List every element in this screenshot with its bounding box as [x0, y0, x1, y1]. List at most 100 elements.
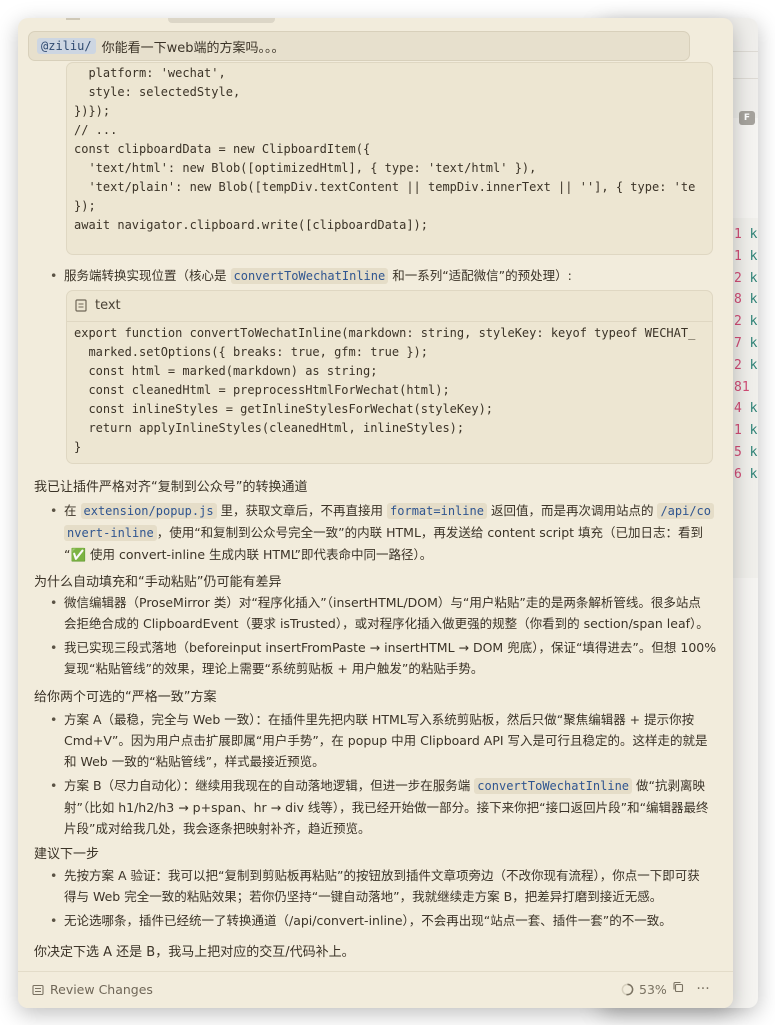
line-count: 1: [734, 227, 742, 242]
line-letter: k: [749, 336, 758, 351]
inline-code: convertToWechatInline: [230, 268, 389, 284]
text: 片段”成对给我几处，我会逐条把映射补齐，趋近预览。: [64, 821, 371, 836]
code-line: // ...: [74, 123, 118, 137]
inline-code: extension/popup.js: [80, 503, 217, 519]
bullet-dot: •: [50, 712, 58, 727]
bullet-dot: •: [50, 913, 58, 928]
code-line: const clipboardData = new ClipboardItem(…: [74, 142, 371, 156]
code-block-header: text: [75, 298, 121, 313]
code-line: 'text/plain': new Blob([tempDiv.textCont…: [74, 180, 696, 194]
code-line: });: [74, 199, 96, 213]
text: 复现“粘贴管线”的效果，理论上需要“系统剪贴板 + 用户触发”的粘贴手势。: [64, 661, 484, 676]
copy-button[interactable]: [670, 981, 686, 997]
code-language-label: text: [95, 298, 121, 313]
inline-code: convertToWechatInline: [474, 778, 633, 794]
code-line: const html = marked(markdown) as string;: [74, 364, 378, 378]
list-item: • 在 extension/popup.js 里，获取文章后，不再直接用 for…: [50, 500, 715, 565]
code-line: export function convertToWechatInline(ma…: [74, 326, 696, 340]
chat-panel: @ziliu/ 你能看一下web端的方案吗。。。 platform: 'wech…: [18, 18, 733, 1008]
more-options-button[interactable]: ···: [695, 981, 711, 997]
list-item: • 方案 B（尽力自动化）：继续用我现在的自动落地逻辑，但进一步在服务端 con…: [50, 775, 709, 839]
text: 得与 Web 完全一致的粘贴效果；若你仍坚持“一键自动落地”，我就继续走方案 B…: [64, 889, 663, 904]
list-item: • 先按方案 A 验证：我可以把“复制到剪贴板再粘贴”的按钮放到插件文章项旁边（…: [50, 865, 700, 907]
bullet-text: 和一系列“适配微信”的预处理）:: [392, 268, 572, 283]
text: 方案 A（最稳，完全与 Web 一致）：在插件里先把内联 HTML写入系统剪贴板…: [64, 712, 695, 727]
list-item: • 无论选哪条，插件已经统一了转换通道（/api/convert-inline）…: [50, 910, 672, 931]
line-letter: k: [749, 248, 758, 264]
text: 在: [64, 503, 77, 518]
progress-ring-icon: [621, 983, 634, 996]
text: 返回值，而是再次调用站点的: [490, 503, 654, 518]
background-code-line: 4 k: [734, 402, 757, 416]
background-code-line: 5 k: [734, 446, 757, 460]
line-letter: k: [749, 401, 758, 417]
line-letter: k: [749, 292, 758, 308]
code-line: const inlineStyles = getInlineStylesForW…: [74, 402, 494, 416]
line-letter: k: [749, 270, 758, 286]
line-count: 8: [734, 292, 742, 308]
line-letter: k: [749, 227, 758, 242]
text: 做“抗剥离映: [636, 778, 705, 793]
code-line: }: [74, 440, 82, 454]
inline-code: format=inline: [387, 503, 487, 519]
text: 先按方案 A 验证：我可以把“复制到剪贴板再粘贴”的按钮放到插件文章项旁边（不改…: [64, 868, 700, 883]
list-item: • 方案 A（最稳，完全与 Web 一致）：在插件里先把内联 HTML写入系统剪…: [50, 709, 708, 772]
code-line: 'text/html': new Blob([optimizedHtml], {…: [74, 161, 537, 175]
background-code-line: 2 k: [734, 357, 758, 373]
code-content: platform: 'wechat', style: selectedStyle…: [74, 64, 695, 235]
bullet-dot: •: [50, 268, 58, 283]
section-heading: 建议下一步: [34, 847, 100, 862]
code-line: return applyInlineStyles(cleanedHtml, in…: [74, 421, 465, 435]
line-letter: k: [749, 423, 758, 439]
text: 会拒绝合成的 ClipboardEvent（要求 isTrusted），或对程序…: [64, 616, 709, 631]
section-heading: 给你两个可选的“严格一致”方案: [34, 690, 217, 705]
line-count: 6: [734, 466, 742, 482]
bottom-bar: Review Changes 53% ···: [18, 971, 733, 1008]
code-block[interactable]: platform: 'wechat', style: selectedStyle…: [66, 62, 713, 255]
line-letter: k: [749, 357, 758, 373]
inline-code: nvert-inline: [64, 525, 157, 541]
text: 我已实现三段式落地（beforeinput insertFromPaste → …: [64, 640, 717, 655]
background-code-line: 1 k: [734, 424, 757, 438]
bullet-dot: •: [50, 778, 58, 793]
background-code-line: 2 k: [734, 270, 758, 286]
closing-text: 你决定下选 A 还是 B，我马上把对应的交互/代码补上。: [34, 945, 355, 960]
text: 无论选哪条，插件已经统一了转换通道（/api/convert-inline），不…: [64, 913, 672, 928]
line-count: 1: [734, 423, 742, 439]
code-content: export function convertToWechatInline(ma…: [74, 324, 695, 457]
text: 微信编辑器（ProseMirror 类）对“程序化插入”（insertHTML/…: [64, 595, 701, 610]
code-line: marked.setOptions({ breaks: true, gfm: t…: [74, 345, 429, 359]
divider: [67, 321, 712, 322]
document-icon: [75, 299, 87, 312]
top-tick: [66, 18, 80, 20]
progress-percent: 53%: [639, 982, 667, 997]
text: 方案 B（尽力自动化）：继续用我现在的自动落地逻辑，但进一步在服务端: [64, 778, 471, 793]
user-message-text: 你能看一下web端的方案吗。。。: [101, 40, 285, 56]
review-changes-label: Review Changes: [50, 982, 153, 997]
background-code-line: 6 k: [734, 466, 758, 482]
code-line: })});: [74, 104, 111, 118]
inline-code: /api/co: [657, 503, 715, 519]
mention-chip[interactable]: @ziliu/: [37, 38, 96, 54]
text: 和 Web 一致的“粘贴管线”，样式最接近预览。: [64, 754, 325, 769]
text: “✅ 使用 convert-inline 生成内联 HTML”即代表命中同一路径…: [64, 547, 433, 562]
line-count: 81: [734, 379, 750, 395]
list-item: • 我已实现三段式落地（beforeinput insertFromPaste …: [50, 637, 716, 679]
bullet-text: 服务端转换实现位置（核心是: [64, 268, 227, 283]
line-count: 2: [734, 357, 742, 373]
list-item: • 微信编辑器（ProseMirror 类）对“程序化插入”（insertHTM…: [50, 592, 709, 634]
text: Cmd+V”。因为用户点击扩展即属“用户手势”，在 popup 中用 Clipb…: [64, 733, 708, 748]
code-block[interactable]: text export function convertToWechatInli…: [66, 290, 713, 464]
line-count: 4: [734, 401, 742, 417]
bullet-dot: •: [50, 595, 58, 610]
line-count: 7: [734, 336, 742, 351]
list-item: • 服务端转换实现位置（核心是 convertToWechatInline 和一…: [50, 265, 572, 287]
review-changes-button[interactable]: Review Changes: [32, 982, 153, 997]
tab-stub: [168, 18, 275, 23]
background-code-line: 1 k: [734, 228, 757, 242]
background-code-line: 81: [734, 379, 750, 395]
line-letter: k: [749, 314, 758, 330]
user-message[interactable]: @ziliu/ 你能看一下web端的方案吗。。。: [28, 31, 690, 61]
text: 里，获取文章后，不再直接用: [220, 503, 384, 518]
line-letter: k: [749, 466, 758, 482]
